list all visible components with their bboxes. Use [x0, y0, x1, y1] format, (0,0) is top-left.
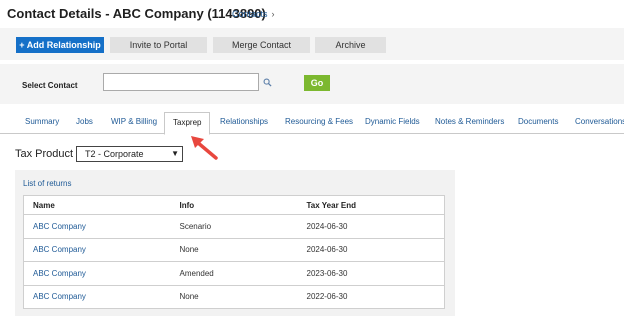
table-row[interactable]: ABC Company Amended 2023-06-30	[23, 261, 445, 286]
list-of-returns-title: List of returns	[23, 179, 72, 188]
tab-wip-billing[interactable]: WIP & Billing	[108, 112, 160, 134]
action-toolbar: + Add Relationship Invite to Portal Merg…	[0, 28, 624, 60]
return-name-link[interactable]: ABC Company	[23, 261, 171, 286]
tab-summary[interactable]: Summary	[22, 112, 62, 134]
table-row[interactable]: ABC Company None 2022-06-30	[23, 284, 445, 309]
column-header-info: Info	[170, 195, 298, 215]
return-tax-year-end: 2023-06-30	[297, 261, 445, 286]
tax-product-selected-value: T2 - Corporate	[85, 149, 144, 159]
return-info: None	[170, 284, 298, 309]
select-contact-bar: Select Contact Go	[0, 64, 624, 104]
table-row[interactable]: ABC Company None 2024-06-30	[23, 237, 445, 262]
return-name-link[interactable]: ABC Company	[23, 284, 171, 309]
invite-to-portal-button[interactable]: Invite to Portal	[110, 37, 207, 53]
tab-resourcing-fees[interactable]: Resourcing & Fees	[282, 112, 356, 134]
return-tax-year-end: 2022-06-30	[297, 284, 445, 309]
tab-notes-reminders[interactable]: Notes & Reminders	[432, 112, 507, 134]
tab-dynamic-fields[interactable]: Dynamic Fields	[362, 112, 423, 134]
table-header-row: Name Info Tax Year End	[23, 195, 445, 215]
return-info: Scenario	[170, 214, 298, 239]
return-tax-year-end: 2024-06-30	[297, 214, 445, 239]
tab-jobs[interactable]: Jobs	[73, 112, 96, 134]
return-name-link[interactable]: ABC Company	[23, 237, 171, 262]
column-header-name: Name	[23, 195, 171, 215]
go-button[interactable]: Go	[304, 75, 330, 91]
breadcrumb-contacts-link[interactable]: Contacts	[232, 9, 268, 19]
tab-documents[interactable]: Documents	[515, 112, 561, 134]
returns-panel: List of returns Name Info Tax Year End A…	[15, 170, 455, 316]
return-info: Amended	[170, 261, 298, 286]
breadcrumb[interactable]: Contacts ›	[232, 9, 275, 19]
tab-bar: Summary Jobs WIP & Billing Taxprep Relat…	[0, 112, 624, 135]
search-icon[interactable]	[263, 78, 272, 87]
page-title: Contact Details - ABC Company (1143890)	[7, 6, 266, 21]
return-name-link[interactable]: ABC Company	[23, 214, 171, 239]
merge-contact-button[interactable]: Merge Contact	[213, 37, 310, 53]
return-tax-year-end: 2024-06-30	[297, 237, 445, 262]
add-relationship-button[interactable]: + Add Relationship	[16, 37, 104, 53]
returns-table: Name Info Tax Year End ABC Company Scena…	[23, 195, 445, 309]
annotation-arrow-icon	[191, 136, 218, 160]
select-contact-label: Select Contact	[22, 81, 78, 90]
chevron-right-icon: ›	[271, 9, 275, 19]
return-info: None	[170, 237, 298, 262]
tax-product-select[interactable]: T2 - Corporate ▼	[76, 146, 183, 162]
select-contact-input[interactable]	[103, 73, 259, 91]
column-header-tax-year-end: Tax Year End	[297, 195, 445, 215]
tab-conversations[interactable]: Conversations	[572, 112, 624, 134]
archive-button[interactable]: Archive	[315, 37, 386, 53]
tab-relationships[interactable]: Relationships	[217, 112, 271, 134]
tax-product-label: Tax Product	[15, 148, 74, 160]
table-row[interactable]: ABC Company Scenario 2024-06-30	[23, 214, 445, 239]
tab-taxprep[interactable]: Taxprep	[164, 112, 211, 135]
header: Contact Details - ABC Company (1143890) …	[0, 0, 624, 28]
chevron-down-icon: ▼	[171, 149, 179, 158]
